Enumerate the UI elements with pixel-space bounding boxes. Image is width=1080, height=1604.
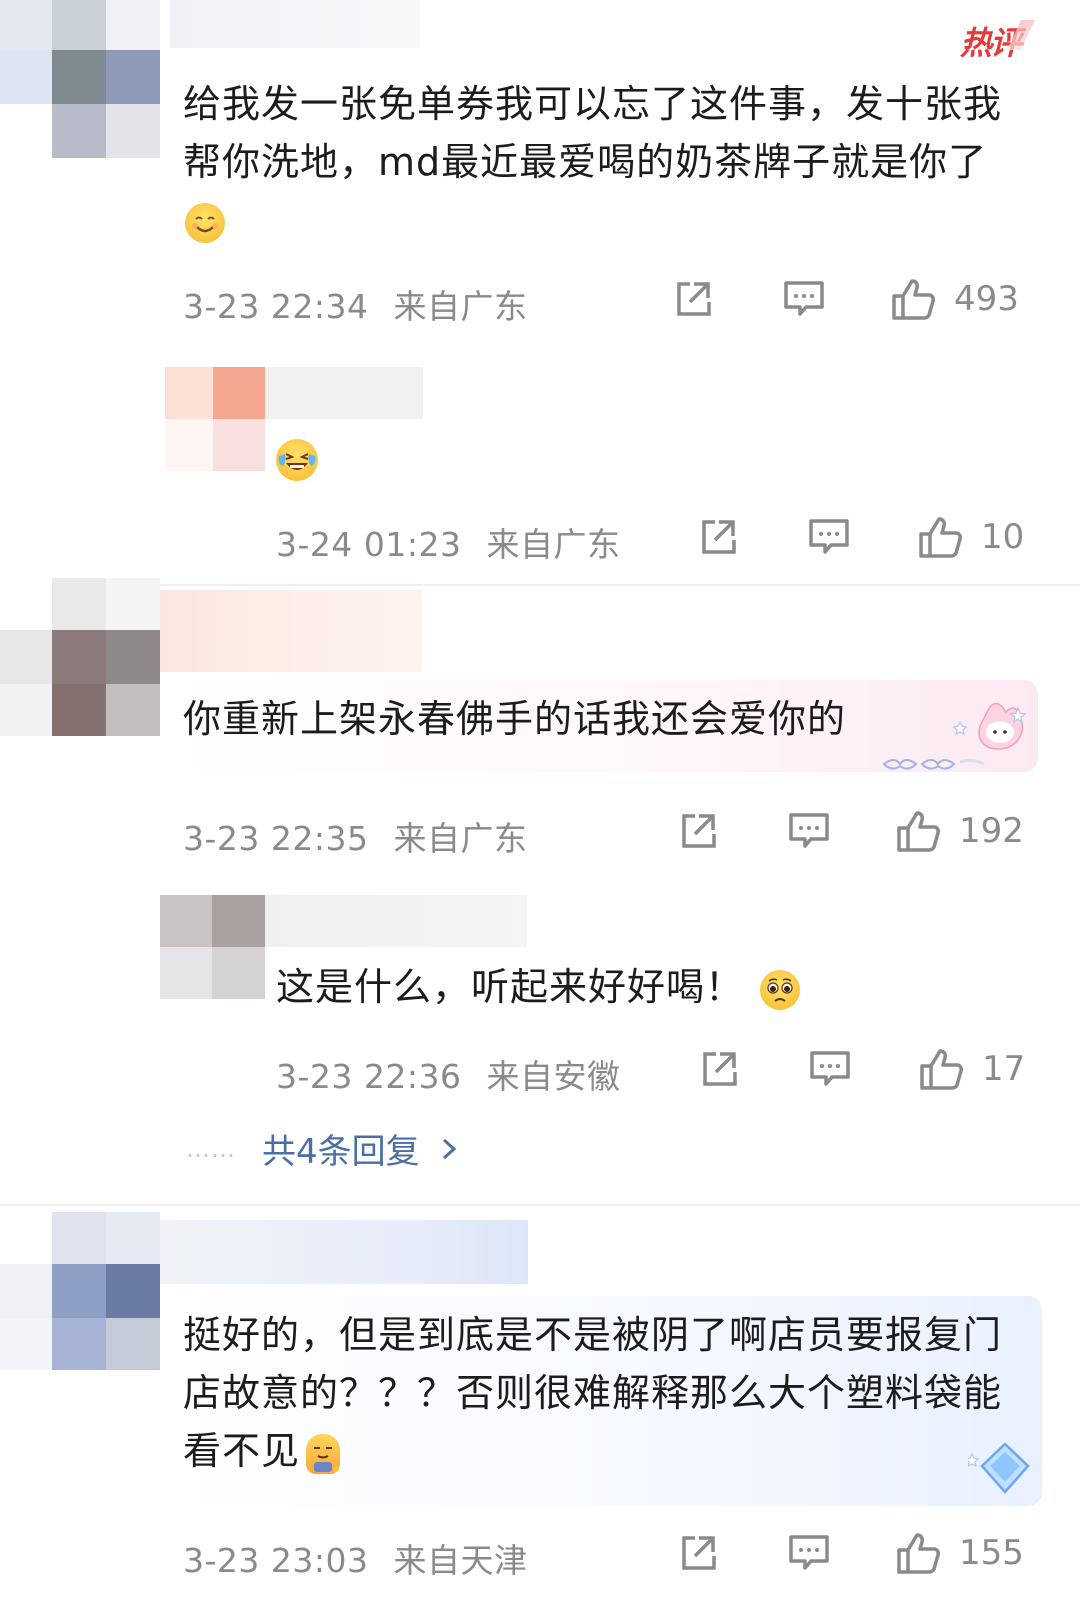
comment-text: 你重新上架永春佛手的话我还会爱你的 bbox=[183, 697, 847, 741]
reply-text: 这是什么，听起来好好喝！ bbox=[276, 958, 801, 1016]
thumbs-up-icon bbox=[919, 517, 962, 558]
like-button[interactable]: 155 bbox=[895, 1530, 1024, 1576]
comment-icon bbox=[809, 519, 849, 554]
avatar[interactable] bbox=[0, 578, 160, 736]
avatar[interactable] bbox=[165, 367, 265, 471]
comment-location: 来自广东 bbox=[393, 819, 528, 858]
thumbs-up-icon bbox=[920, 1049, 963, 1090]
more-replies[interactable]: …… 共4条回复 bbox=[186, 1124, 460, 1173]
thumbs-up-icon bbox=[892, 279, 935, 320]
more-replies-link[interactable]: 共4条回复 bbox=[262, 1124, 420, 1173]
hot-comment-badge: 热评 bbox=[960, 18, 1022, 64]
comment-time: 3-24 01:23 bbox=[276, 525, 462, 564]
username-placeholder[interactable] bbox=[265, 895, 527, 947]
comment-meta: 3-23 22:35 来自广东 bbox=[183, 812, 528, 860]
comment-button[interactable] bbox=[782, 278, 826, 320]
like-count: 192 bbox=[959, 811, 1024, 851]
comment-location: 来自广东 bbox=[486, 525, 621, 564]
avatar[interactable] bbox=[0, 1212, 160, 1370]
sigh-emoji bbox=[306, 1433, 341, 1474]
comment-location: 来自天津 bbox=[393, 1541, 528, 1580]
like-count: 10 bbox=[981, 517, 1025, 557]
thumbs-up-icon bbox=[897, 1533, 940, 1574]
share-icon bbox=[702, 520, 736, 554]
username-placeholder[interactable] bbox=[160, 590, 422, 672]
thumbs-up-icon bbox=[897, 811, 940, 852]
comment-icon bbox=[789, 1535, 829, 1570]
like-count: 493 bbox=[954, 279, 1019, 319]
like-button[interactable]: 192 bbox=[895, 808, 1024, 854]
avatar[interactable] bbox=[0, 0, 170, 160]
comment-text: 挺好的，但是到底是不是被阴了啊店员要报复门店故意的？？？否则很难解释那么大个塑料… bbox=[183, 1313, 1003, 1474]
comment-meta: 3-23 22:34 来自广东 bbox=[183, 280, 528, 328]
comment-icon bbox=[789, 813, 829, 848]
laugh-cry-emoji bbox=[276, 438, 318, 481]
comment-text: 给我发一张免单券我可以忘了这件事，发十张我帮你洗地，md最近最爱喝的奶茶牌子就是… bbox=[183, 75, 1023, 249]
comment-location: 来自安徽 bbox=[486, 1057, 621, 1096]
divider bbox=[0, 584, 1080, 586]
reply-meta: 3-24 01:23 来自广东 bbox=[276, 518, 621, 566]
comment-time: 3-23 22:34 bbox=[183, 287, 369, 326]
pleading-emoji bbox=[760, 969, 801, 1010]
chevron-right-icon bbox=[442, 1138, 456, 1159]
username-placeholder[interactable] bbox=[265, 367, 423, 419]
comment-icon bbox=[810, 1051, 850, 1086]
share-button[interactable] bbox=[672, 278, 714, 320]
share-button[interactable] bbox=[698, 1048, 740, 1090]
comment-location: 来自广东 bbox=[393, 287, 528, 326]
divider bbox=[0, 1204, 1080, 1206]
username-placeholder[interactable] bbox=[160, 1220, 528, 1284]
share-icon bbox=[703, 1052, 737, 1086]
share-icon bbox=[677, 282, 711, 316]
like-button[interactable]: 10 bbox=[917, 514, 1024, 560]
avatar[interactable] bbox=[160, 895, 265, 999]
reply-meta: 3-23 22:36 来自安徽 bbox=[276, 1050, 621, 1098]
username-placeholder[interactable] bbox=[170, 0, 420, 48]
comment-button[interactable] bbox=[808, 1048, 852, 1090]
comment-button[interactable] bbox=[787, 1532, 831, 1574]
smile-emoji bbox=[185, 202, 225, 243]
replies-dots: …… bbox=[186, 1134, 236, 1163]
comment-button[interactable] bbox=[787, 810, 831, 852]
comment-meta: 3-23 23:03 来自天津 bbox=[183, 1534, 528, 1582]
like-button[interactable]: 17 bbox=[918, 1046, 1025, 1092]
share-button[interactable] bbox=[697, 516, 739, 558]
comment-time: 3-23 22:35 bbox=[183, 819, 369, 858]
share-icon bbox=[682, 1536, 716, 1570]
comment-button[interactable] bbox=[807, 516, 851, 558]
share-button[interactable] bbox=[677, 810, 719, 852]
like-count: 17 bbox=[982, 1049, 1026, 1089]
like-button[interactable]: 493 bbox=[890, 276, 1019, 322]
comment-icon bbox=[784, 281, 824, 316]
like-count: 155 bbox=[959, 1533, 1024, 1573]
comment-time: 3-23 23:03 bbox=[183, 1541, 369, 1580]
share-icon bbox=[682, 814, 716, 848]
share-button[interactable] bbox=[677, 1532, 719, 1574]
comment-time: 3-23 22:36 bbox=[276, 1057, 462, 1096]
reply-text bbox=[276, 428, 318, 486]
